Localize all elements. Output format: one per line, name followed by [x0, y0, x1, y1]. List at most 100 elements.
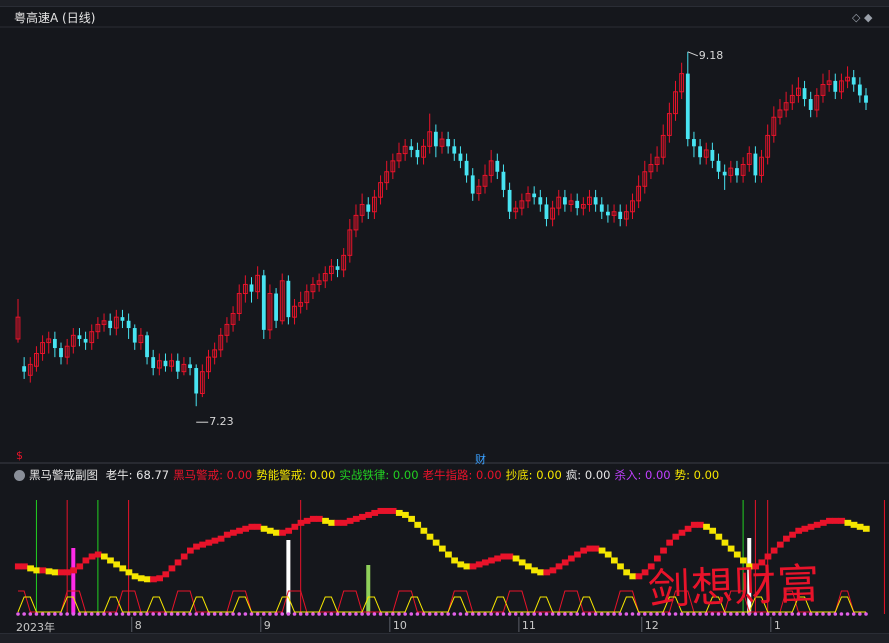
baseline-dot: [145, 612, 149, 616]
indicator-curve-segment: [438, 545, 446, 552]
indicator-curve-segment: [51, 569, 59, 576]
baseline-dot: [34, 612, 39, 616]
indicator-curve-segment: [242, 525, 250, 532]
baseline-dot: [839, 612, 844, 616]
baseline-dot: [96, 612, 100, 616]
indicator-curve-segment: [715, 533, 723, 540]
indicator-curve-segment: [610, 557, 618, 564]
indicator-curve-segment: [801, 525, 809, 532]
baseline-dot: [169, 612, 174, 616]
baseline-dot: [231, 612, 235, 616]
baseline-dot: [507, 612, 512, 616]
indicator-curve-segment: [500, 553, 508, 560]
indicator-curve-segment: [727, 545, 735, 552]
baseline-dot: [354, 612, 358, 616]
baseline-dot: [40, 612, 45, 616]
baseline-dot: [821, 612, 825, 616]
indicator-curve-segment: [549, 567, 557, 574]
indicator-curve-segment: [445, 551, 452, 558]
indicator-curve-segment: [697, 521, 704, 528]
baseline-dot: [550, 612, 555, 616]
indicator-curve-segment: [230, 529, 237, 536]
indicator-curve-segment: [125, 569, 133, 576]
indicator-curve-segment: [137, 575, 145, 582]
indicator-curve-segment: [131, 573, 139, 580]
indicator-curve-segment: [561, 559, 569, 566]
baseline-dot: [544, 612, 549, 616]
baseline-dot: [53, 612, 57, 616]
indicator-curve-segment: [365, 511, 372, 518]
baseline-dot: [280, 612, 285, 616]
indicator-curve-segment: [297, 519, 305, 526]
baseline-dot: [802, 612, 807, 616]
indicator-curve-segment: [236, 527, 243, 534]
indicator-curve-segment: [592, 545, 600, 552]
baseline-dot: [513, 612, 518, 616]
signal-bar: [366, 565, 371, 614]
baseline-dot: [163, 612, 168, 616]
indicator-curve-segment: [266, 527, 274, 534]
indicator-curve-segment: [494, 555, 501, 562]
x-axis-label: 8: [134, 619, 142, 632]
baseline-dot: [864, 612, 868, 616]
indicator-curve-segment: [783, 535, 790, 542]
indicator-curve-segment: [199, 541, 207, 548]
indicator-curve-segment: [426, 533, 434, 540]
indicator-curve-segment: [223, 531, 231, 538]
baseline-dot: [833, 612, 838, 616]
indicator-curve-segment: [844, 519, 852, 526]
indicator-curve-segment: [217, 535, 225, 542]
baseline-dot: [526, 612, 530, 616]
indicator-curve-segment: [574, 551, 581, 558]
indicator-curve-segment: [186, 547, 194, 554]
signal-bar: [71, 548, 76, 614]
baseline-dot: [360, 612, 364, 616]
baseline-dot: [46, 612, 51, 616]
indicator-curve-segment: [635, 573, 643, 580]
baseline-dot: [77, 612, 82, 616]
indicator-curve-segment: [807, 523, 815, 530]
indicator-curve-segment: [537, 569, 544, 576]
indicator-curve-segment: [481, 559, 489, 566]
baseline-dot: [790, 612, 795, 616]
indicator-curve-segment: [143, 576, 151, 583]
baseline-dot: [298, 612, 303, 616]
indicator-curve-segment: [340, 519, 348, 526]
baseline-dot: [808, 612, 813, 616]
indicator-curve-segment: [248, 523, 256, 530]
baseline-dot: [151, 612, 155, 616]
baseline-dot: [851, 612, 856, 616]
indicator-curve-segment: [27, 565, 34, 572]
baseline-dot: [237, 612, 242, 616]
baseline-dot: [243, 612, 248, 616]
indicator-curve-segment: [150, 576, 157, 583]
indicator-curve-segment: [14, 563, 22, 570]
baseline-dot: [858, 612, 862, 616]
indicator-curve-segment: [254, 523, 262, 530]
indicator-curve-segment: [273, 529, 280, 536]
indicator-curve-segment: [322, 517, 329, 524]
baseline-dot: [397, 612, 401, 616]
baseline-dot: [483, 612, 487, 616]
baseline-dot: [470, 612, 475, 616]
baseline-dot: [372, 612, 377, 616]
baseline-dot: [464, 612, 469, 616]
baseline-dot: [311, 612, 315, 616]
indicator-curve-segment: [623, 569, 631, 576]
indicator-curve-segment: [690, 521, 698, 528]
baseline-dot: [403, 612, 407, 616]
baseline-dot: [569, 612, 573, 616]
baseline-dot: [126, 612, 131, 616]
baseline-dot: [366, 612, 371, 616]
indicator-curve-segment: [543, 569, 551, 576]
indicator-curve-segment: [432, 539, 440, 546]
indicator-curve-segment: [94, 551, 102, 558]
baseline-dot: [538, 612, 543, 616]
baseline-dot: [563, 612, 567, 616]
baseline-dot: [120, 612, 125, 616]
indicator-curve-segment: [862, 525, 870, 532]
indicator-curve-segment: [211, 537, 219, 544]
indicator-curve-segment: [119, 565, 127, 572]
indicator-curve-segment: [21, 563, 28, 570]
indicator-curve-segment: [789, 531, 796, 538]
